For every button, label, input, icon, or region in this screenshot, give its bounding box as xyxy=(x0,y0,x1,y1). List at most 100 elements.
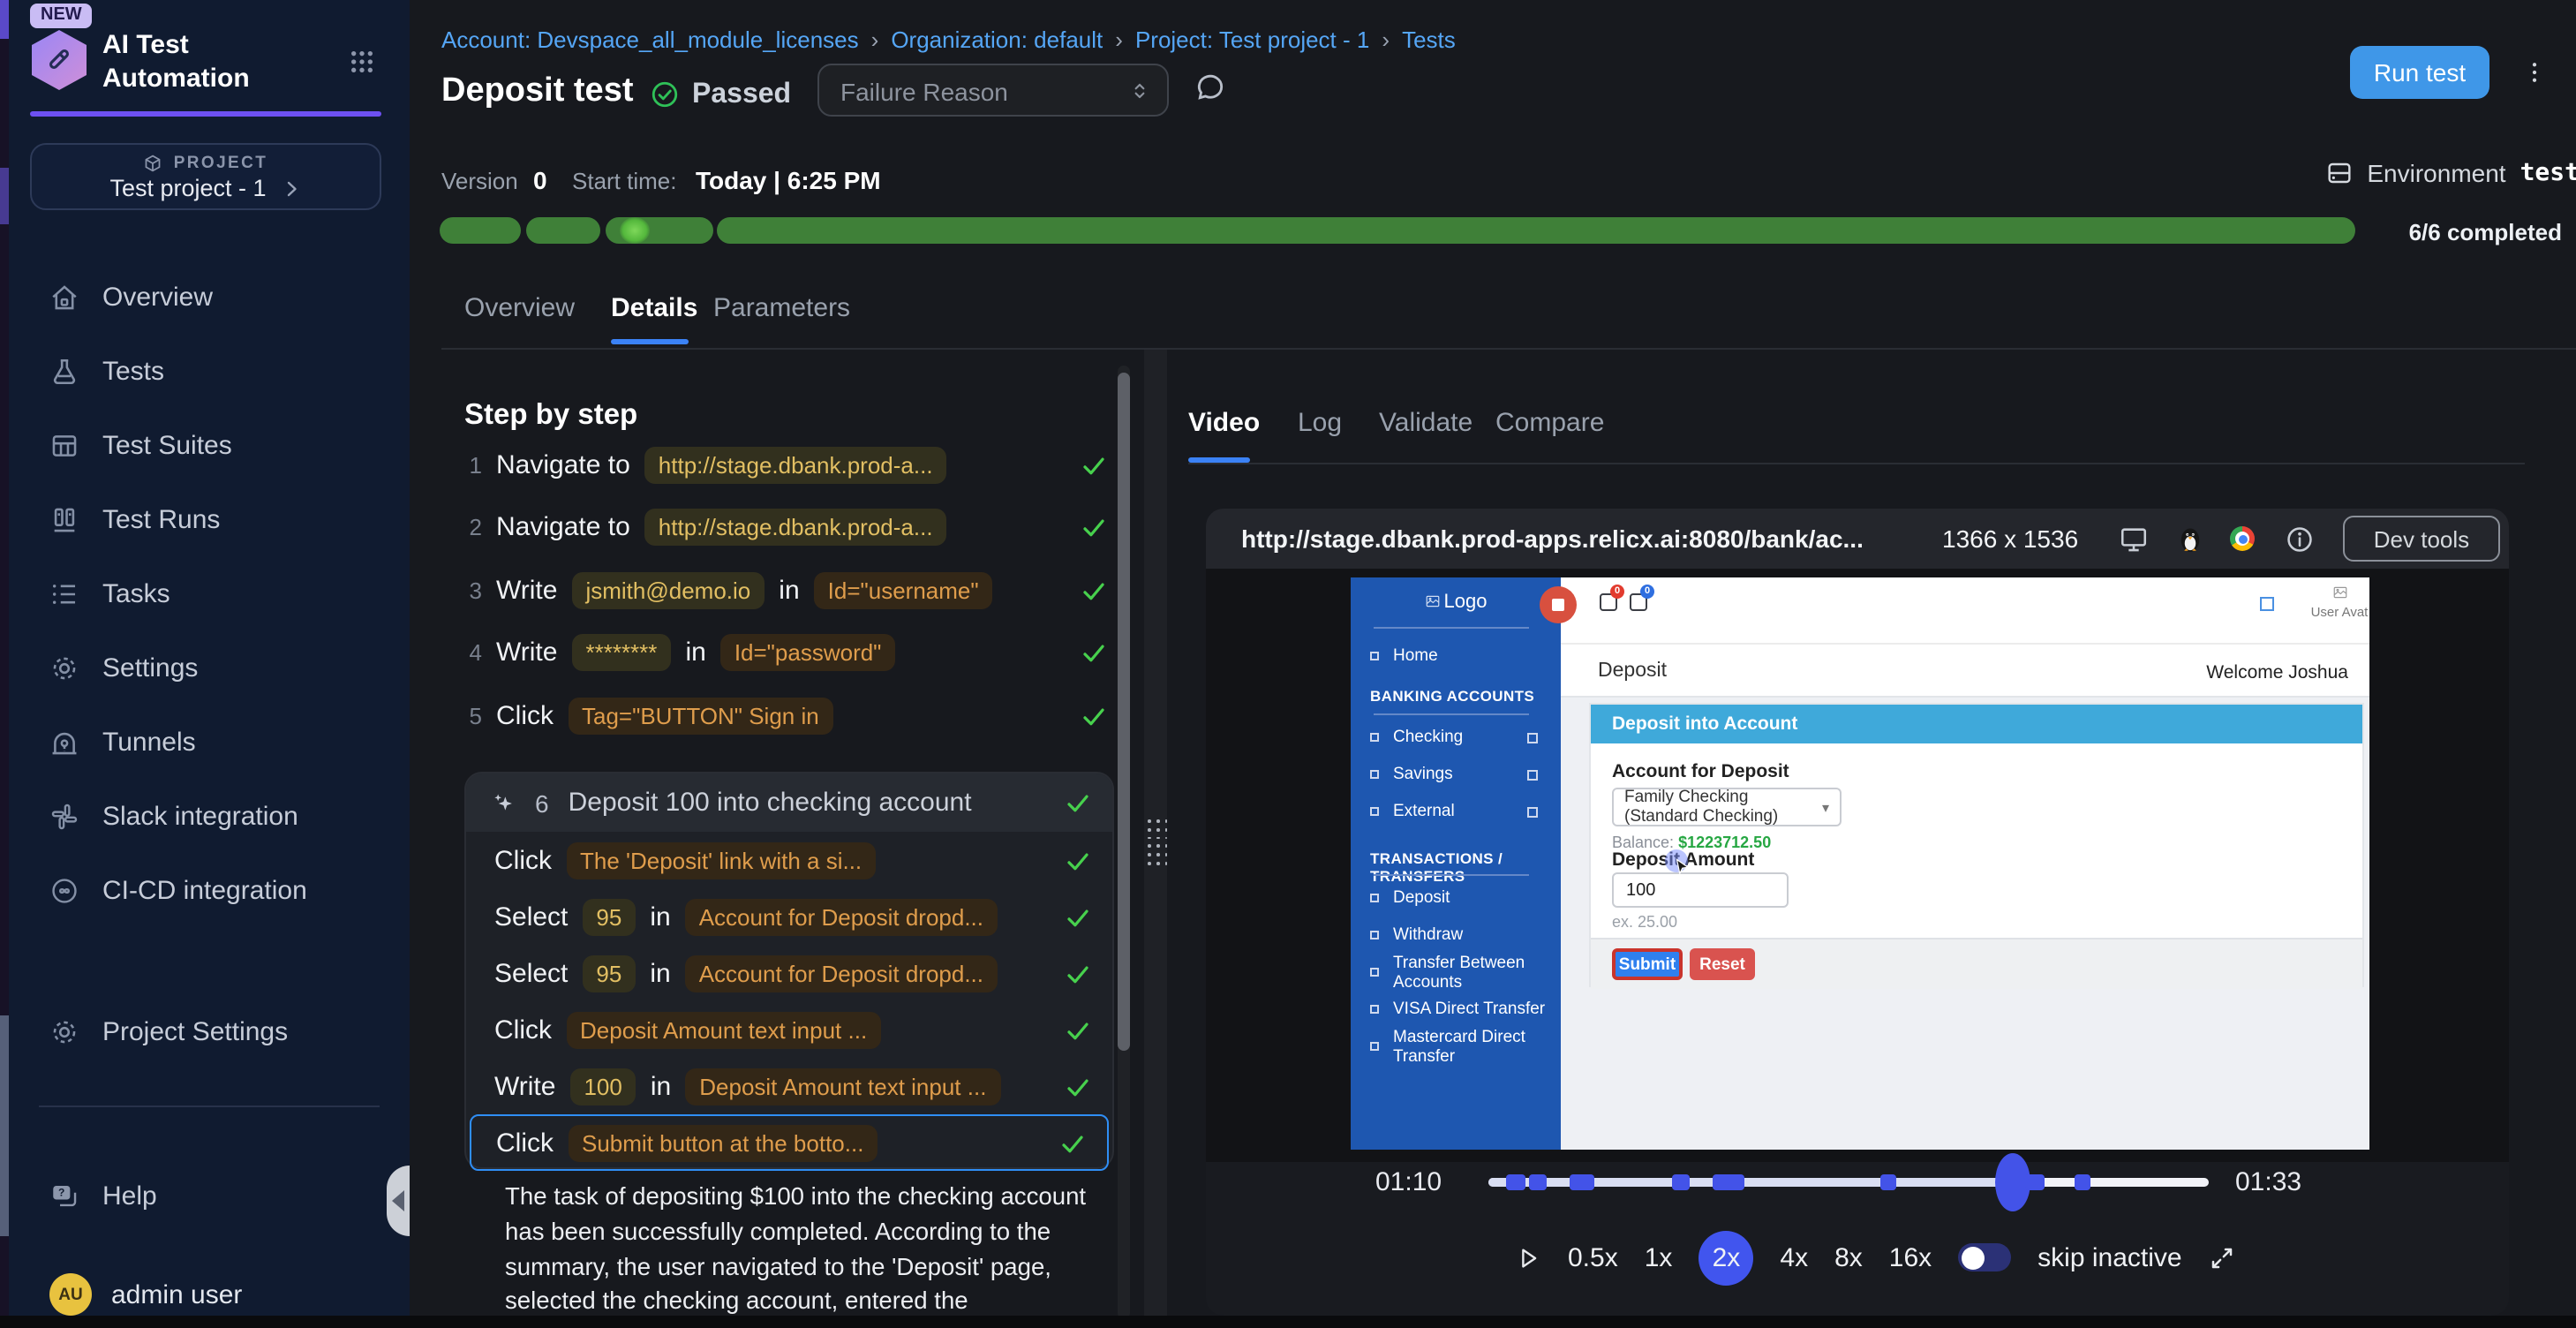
substep-row[interactable]: Select95inAccount for Deposit dropd... xyxy=(466,888,1112,945)
timeline-marker[interactable] xyxy=(1570,1174,1595,1190)
video-stage[interactable]: Logo Home BANKING ACCOUNTS CheckingSavin… xyxy=(1206,569,2509,1162)
window-icon-1[interactable]: 0 xyxy=(1600,593,1617,611)
step-target-badge[interactable]: Deposit Amount text input ... xyxy=(685,1068,1000,1105)
speed-2x[interactable]: 2x xyxy=(1699,1230,1753,1285)
skip-inactive-toggle[interactable] xyxy=(1958,1243,2011,1271)
breadcrumb-link[interactable]: Organization: default xyxy=(891,26,1103,53)
tab-overview[interactable]: Overview xyxy=(464,293,575,323)
step-target-badge[interactable]: http://stage.dbank.prod-a... xyxy=(644,509,947,546)
timeline-marker[interactable] xyxy=(1879,1174,1897,1190)
app-checkbox-icon[interactable] xyxy=(2260,597,2274,611)
substep-row[interactable]: Select95inAccount for Deposit dropd... xyxy=(466,945,1112,1001)
kebab-menu-icon[interactable] xyxy=(2521,51,2548,94)
step-row[interactable]: 2Navigate tohttp://stage.dbank.prod-a... xyxy=(464,508,1114,547)
account-select[interactable]: Family Checking (Standard Checking)▾ xyxy=(1612,788,1842,826)
sidebar-item-overview[interactable]: Overview xyxy=(9,260,410,334)
timeline-marker[interactable] xyxy=(1506,1174,1525,1190)
tab-parameters[interactable]: Parameters xyxy=(713,293,850,323)
timeline-marker[interactable] xyxy=(1530,1174,1548,1190)
sidebar-item-slack-integration[interactable]: Slack integration xyxy=(9,779,410,853)
step-target-badge[interactable]: Tag="BUTTON" Sign in xyxy=(568,697,833,734)
step-target-badge[interactable]: The 'Deposit' link with a si... xyxy=(566,841,876,879)
app-nav-savings[interactable]: Savings xyxy=(1351,756,1561,793)
step-target-badge[interactable]: jsmith@demo.io xyxy=(571,571,765,608)
substep-row[interactable]: ClickSubmit button at the botto... xyxy=(470,1114,1109,1171)
tab-details[interactable]: Details xyxy=(611,293,697,323)
failure-reason-select[interactable]: Failure Reason xyxy=(817,64,1169,117)
app-nav-transfer-between-accounts[interactable]: Transfer Between Accounts xyxy=(1351,954,1561,991)
timeline-marker[interactable] xyxy=(2025,1174,2045,1190)
run-test-button[interactable]: Run test xyxy=(2350,46,2489,99)
app-logo[interactable] xyxy=(32,30,87,90)
scrollbar-thumb[interactable] xyxy=(1118,373,1130,1051)
speed-1x[interactable]: 1x xyxy=(1645,1242,1673,1272)
step-target-badge[interactable]: Id="username" xyxy=(814,571,993,608)
app-avatar-broken[interactable]: User Avat xyxy=(2309,585,2369,620)
project-switcher[interactable]: PROJECT Test project - 1 xyxy=(30,143,381,210)
sidebar-item-project-settings[interactable]: Project Settings xyxy=(9,994,410,1068)
step-row[interactable]: 4Write********inId="password" xyxy=(464,633,1114,672)
panel-resizer[interactable] xyxy=(1144,350,1167,1328)
app-nav-mastercard-direct-transfer[interactable]: Mastercard Direct Transfer xyxy=(1351,1028,1561,1065)
step-row[interactable]: 1Navigate tohttp://stage.dbank.prod-a... xyxy=(464,445,1114,484)
step-target-badge[interactable]: Submit button at the botto... xyxy=(568,1124,877,1161)
step-target-badge[interactable]: 95 xyxy=(582,898,636,935)
app-nav-checking[interactable]: Checking xyxy=(1351,719,1561,756)
reset-button[interactable]: Reset xyxy=(1690,948,1755,980)
play-icon[interactable] xyxy=(1515,1244,1541,1271)
window-icon-2[interactable]: 0 xyxy=(1630,593,1647,611)
app-nav-deposit[interactable]: Deposit xyxy=(1351,879,1561,917)
sidebar-item-tests[interactable]: Tests xyxy=(9,334,410,408)
steps-scrollbar[interactable] xyxy=(1118,366,1130,1319)
comment-icon[interactable] xyxy=(1194,71,1227,104)
substep-row[interactable]: ClickDeposit Amount text input ... xyxy=(466,1001,1112,1058)
speed-8x[interactable]: 8x xyxy=(1834,1242,1863,1272)
step-target-badge[interactable]: 95 xyxy=(582,954,636,992)
step-target-badge[interactable]: http://stage.dbank.prod-a... xyxy=(644,446,947,483)
timeline-marker[interactable] xyxy=(1713,1174,1744,1190)
deposit-amount-input[interactable]: 100 xyxy=(1612,872,1789,908)
timeline-marker[interactable] xyxy=(1672,1174,1690,1190)
video-timeline[interactable] xyxy=(1488,1178,2209,1187)
tab-log[interactable]: Log xyxy=(1298,408,1342,438)
app-nav-external[interactable]: External xyxy=(1351,793,1561,830)
devtools-button[interactable]: Dev tools xyxy=(2343,516,2500,562)
app-nav-visa-direct-transfer[interactable]: VISA Direct Transfer xyxy=(1351,991,1561,1028)
step-target-badge[interactable]: Account for Deposit dropd... xyxy=(685,954,998,992)
step-target-badge[interactable]: Id="password" xyxy=(720,634,896,671)
step-group-header[interactable]: 6 Deposit 100 into checking account xyxy=(466,773,1112,832)
speed-0.5x[interactable]: 0.5x xyxy=(1568,1242,1618,1272)
sidebar-item-test-runs[interactable]: Test Runs xyxy=(9,482,410,556)
sidebar-item-tasks[interactable]: Tasks xyxy=(9,556,410,630)
app-grid-icon[interactable] xyxy=(348,48,376,76)
substep-row[interactable]: Write100inDeposit Amount text input ... xyxy=(466,1058,1112,1114)
breadcrumb-link[interactable]: Account: Devspace_all_module_licenses xyxy=(441,26,859,53)
submit-button[interactable]: Submit xyxy=(1612,948,1683,980)
speed-16x[interactable]: 16x xyxy=(1889,1242,1932,1272)
step-target-badge[interactable]: Deposit Amount text input ... xyxy=(566,1011,881,1048)
breadcrumb-link[interactable]: Tests xyxy=(1402,26,1456,53)
sidebar-item-test-suites[interactable]: Test Suites xyxy=(9,408,410,482)
step-row[interactable]: 3Writejsmith@demo.ioinId="username" xyxy=(464,570,1114,609)
fullscreen-icon[interactable] xyxy=(2209,1244,2235,1271)
step-target-badge[interactable]: 100 xyxy=(569,1068,636,1105)
step-target-badge[interactable]: ******** xyxy=(571,634,671,671)
timeline-marker[interactable] xyxy=(2074,1174,2090,1190)
app-nav-withdraw[interactable]: Withdraw xyxy=(1351,917,1561,954)
sidebar-item-settings[interactable]: Settings xyxy=(9,630,410,705)
sidebar-item-help[interactable]: ? Help xyxy=(9,1158,410,1233)
app-logo-broken[interactable]: Logo xyxy=(1351,592,1561,613)
sidebar-item-ci-cd-integration[interactable]: CI-CD integration xyxy=(9,853,410,927)
tab-compare[interactable]: Compare xyxy=(1495,408,1604,438)
step-target-badge[interactable]: Account for Deposit dropd... xyxy=(685,898,998,935)
breadcrumb-link[interactable]: Project: Test project - 1 xyxy=(1135,26,1369,53)
tab-validate[interactable]: Validate xyxy=(1379,408,1473,438)
step-row[interactable]: 5ClickTag="BUTTON" Sign in xyxy=(464,696,1114,735)
info-icon[interactable] xyxy=(2285,524,2315,554)
speed-4x[interactable]: 4x xyxy=(1780,1242,1808,1272)
sidebar-collapse-handle[interactable] xyxy=(387,1166,410,1236)
tab-video[interactable]: Video xyxy=(1188,408,1260,438)
app-nav-home[interactable]: Home xyxy=(1351,638,1561,675)
substep-row[interactable]: ClickThe 'Deposit' link with a si... xyxy=(466,832,1112,888)
sidebar-item-tunnels[interactable]: Tunnels xyxy=(9,705,410,779)
